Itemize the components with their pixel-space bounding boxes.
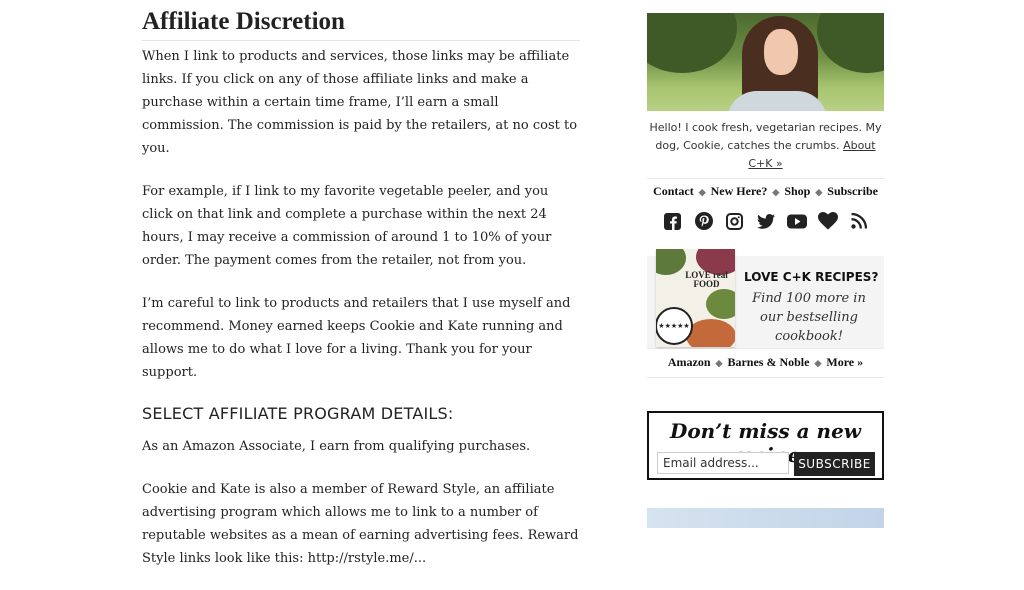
separator: ◆ <box>698 187 706 197</box>
nav-link-contact[interactable]: Contact <box>653 184 694 198</box>
separator: ◆ <box>715 358 723 368</box>
retailer-link-amazon[interactable]: Amazon <box>668 355 711 369</box>
email-field[interactable] <box>657 452 789 474</box>
paragraph: For example, if I link to my favorite ve… <box>142 184 552 268</box>
nav-link-shop[interactable]: Shop <box>784 184 810 198</box>
separator: ◆ <box>815 187 823 197</box>
facebook-icon[interactable] <box>663 211 683 231</box>
article-content: Affiliate Discretion When I link to prod… <box>142 8 580 590</box>
rss-icon[interactable] <box>849 211 869 231</box>
separator: ◆ <box>814 358 822 368</box>
twitter-icon[interactable] <box>756 211 776 231</box>
instagram-icon[interactable] <box>725 211 745 231</box>
subscribe-button[interactable]: SUBSCRIBE <box>794 452 875 476</box>
newsletter-signup: Don’t miss a new recipe SUBSCRIBE <box>647 411 884 480</box>
next-sidebar-card[interactable] <box>647 508 884 528</box>
retailer-link-barnes-noble[interactable]: Barnes & Noble <box>727 355 809 369</box>
pinterest-icon[interactable] <box>694 211 714 231</box>
cookbook-cover[interactable]: LOVE real FOOD ★★★★★ <box>656 249 735 347</box>
section-heading: SELECT AFFILIATE PROGRAM DETAILS: <box>142 404 454 423</box>
heart-icon[interactable] <box>817 211 838 231</box>
social-links <box>647 211 884 231</box>
sidebar: Hello! I cook fresh, vegetarian recipes.… <box>647 13 884 480</box>
author-photo[interactable] <box>647 13 884 111</box>
retailer-link-more[interactable]: More » <box>826 355 863 369</box>
nav-link-subscribe[interactable]: Subscribe <box>827 184 878 198</box>
paragraph: Cookie and Kate is also a member of Rewa… <box>142 482 579 566</box>
page-title: Affiliate Discretion <box>142 8 580 41</box>
author-intro: Hello! I cook fresh, vegetarian recipes.… <box>647 119 884 173</box>
youtube-icon[interactable] <box>786 211 807 231</box>
separator: ◆ <box>772 187 780 197</box>
rating-stars: ★★★★★ <box>656 307 693 345</box>
cookbook-promo[interactable]: LOVE real FOOD ★★★★★ LOVE C+K RECIPES? F… <box>647 249 884 349</box>
book-title: LOVE real FOOD <box>685 270 728 289</box>
paragraph: As an Amazon Associate, I earn from qual… <box>142 439 531 454</box>
paragraph: I’m careful to link to products and reta… <box>142 296 571 380</box>
nav-link-new-here[interactable]: New Here? <box>711 184 768 198</box>
retailer-links: Amazon ◆ Barnes & Noble ◆ More » <box>647 349 884 378</box>
paragraph: When I link to products and services, th… <box>142 49 578 156</box>
promo-subtext: Find 100 more in our bestselling cookboo… <box>752 291 866 344</box>
sidebar-nav: Contact ◆ New Here? ◆ Shop ◆ Subscribe <box>647 178 884 199</box>
promo-headline: LOVE C+K RECIPES? <box>744 270 879 284</box>
